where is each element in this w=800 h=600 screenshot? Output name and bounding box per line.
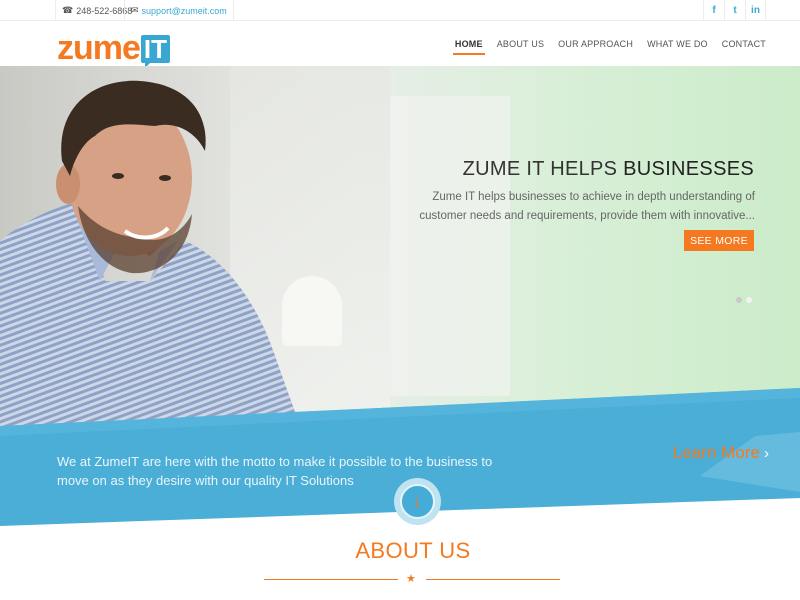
divider-line-right	[426, 579, 560, 580]
hero-title: ZUME IT HELPS BUSINESSES	[463, 158, 754, 181]
envelope-icon: ✉	[131, 5, 139, 15]
site-header: zume IT HOME ABOUT US OUR APPROACH WHAT …	[0, 21, 800, 68]
hero-slider: ZUME IT HELPS BUSINESSES Zume IT helps b…	[0, 66, 800, 426]
linkedin-icon[interactable]: in	[745, 0, 766, 21]
hero-description: Zume IT helps businesses to achieve in d…	[419, 191, 755, 222]
phone-icon: ☎	[62, 5, 74, 15]
social-links: f t in	[703, 0, 766, 21]
see-more-button[interactable]: SEE MORE	[684, 230, 754, 251]
slider-dot-2[interactable]	[746, 297, 752, 303]
learn-more-link[interactable]: Learn More ›	[673, 443, 769, 463]
nav-what-we-do[interactable]: WHAT WE DO	[647, 21, 708, 66]
motto-text: We at ZumeIT are here with the motto to …	[57, 454, 493, 488]
facebook-icon[interactable]: f	[703, 0, 724, 21]
nav-home[interactable]: HOME	[452, 21, 485, 66]
twitter-icon[interactable]: t	[724, 0, 745, 21]
logo-text-zume: zume	[57, 29, 141, 67]
about-divider: ★	[264, 573, 560, 586]
email-address[interactable]: support@zumeit.com	[142, 6, 227, 16]
main-nav: HOME ABOUT US OUR APPROACH WHAT WE DO CO…	[441, 21, 766, 66]
site-logo[interactable]: zume IT	[57, 27, 171, 68]
learn-more-label: Learn More	[673, 443, 760, 462]
star-icon: ★	[406, 573, 416, 585]
slider-pagination	[736, 297, 752, 303]
arrow-down-icon: ↓	[400, 484, 435, 519]
slider-dot-1[interactable]	[736, 297, 742, 303]
divider-line-left	[264, 579, 398, 580]
scroll-down-button[interactable]: ↓	[394, 478, 441, 525]
email-contact[interactable]: ✉ support@zumeit.com	[124, 0, 234, 21]
hero-title-light: ZUME IT HELPS	[462, 158, 624, 180]
hero-background-window	[390, 96, 510, 396]
chevron-right-icon: ›	[763, 445, 769, 462]
nav-contact[interactable]: CONTACT	[722, 21, 766, 66]
hero-person-image	[0, 80, 300, 426]
nav-about-us[interactable]: ABOUT US	[497, 21, 544, 66]
logo-text-it: IT	[140, 35, 171, 68]
about-us-heading: ABOUT US	[355, 538, 471, 563]
hero-title-bold: BUSINESSES	[623, 158, 754, 180]
top-bar: ☎ 248-522-6868 ✉ support@zumeit.com f t …	[0, 0, 800, 21]
nav-our-approach[interactable]: OUR APPROACH	[558, 21, 633, 66]
